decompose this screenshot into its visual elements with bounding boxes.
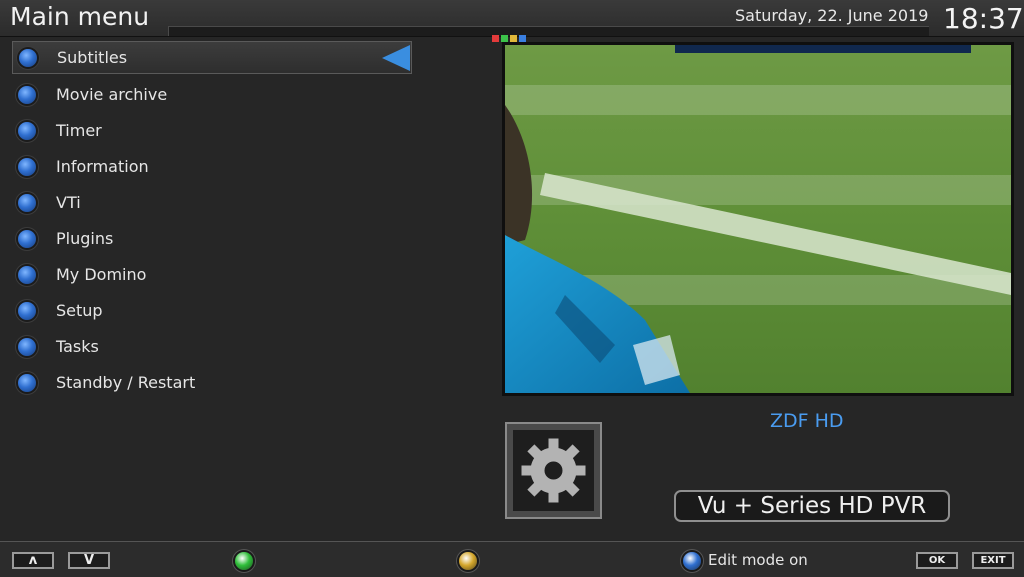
- bullet-icon: [18, 230, 36, 248]
- bullet-icon: [18, 266, 36, 284]
- menu-item-label: Movie archive: [56, 85, 168, 104]
- main-menu-list: Subtitles Movie archive Timer Informatio…: [12, 41, 412, 401]
- menu-item-subtitles[interactable]: Subtitles: [12, 41, 412, 74]
- menu-item-plugins[interactable]: Plugins: [12, 221, 412, 257]
- header-bar: Main menu Saturday, 22. June 2019 18:37: [0, 0, 1024, 42]
- menu-item-my-domino[interactable]: My Domino: [12, 257, 412, 293]
- red-dot-icon: [492, 35, 499, 42]
- tv-preview: [502, 42, 1014, 396]
- bullet-icon: [18, 122, 36, 140]
- gear-icon: [521, 438, 586, 503]
- menu-item-standby-restart[interactable]: Standby / Restart: [12, 365, 412, 401]
- arrow-left-icon: [382, 45, 410, 71]
- blue-button[interactable]: [683, 552, 701, 570]
- green-button[interactable]: [235, 552, 253, 570]
- footer-bar: ʌ V Edit mode on OK EXIT: [0, 541, 1024, 577]
- bullet-icon: [18, 158, 36, 176]
- menu-item-information[interactable]: Information: [12, 149, 412, 185]
- menu-item-label: Subtitles: [57, 48, 128, 67]
- bullet-icon: [18, 302, 36, 320]
- menu-item-label: Plugins: [56, 229, 114, 248]
- menu-item-tasks[interactable]: Tasks: [12, 329, 412, 365]
- bullet-icon: [19, 48, 37, 67]
- page-title: Main menu: [10, 2, 150, 31]
- menu-item-label: Information: [56, 157, 149, 176]
- menu-item-label: Standby / Restart: [56, 373, 196, 392]
- channel-name: ZDF HD: [770, 410, 844, 432]
- edit-mode-label: Edit mode on: [708, 551, 808, 569]
- blue-dot-icon: [519, 35, 526, 42]
- clock-display: 18:37: [943, 2, 1024, 35]
- menu-item-label: My Domino: [56, 265, 147, 284]
- settings-icon-box: [505, 422, 602, 519]
- settings-icon-frame: [513, 430, 594, 511]
- menu-item-timer[interactable]: Timer: [12, 113, 412, 149]
- ok-button[interactable]: OK: [916, 552, 958, 569]
- model-badge: Vu + Series HD PVR: [674, 490, 950, 522]
- green-dot-icon: [501, 35, 508, 42]
- bullet-icon: [18, 338, 36, 356]
- page-up-button[interactable]: ʌ: [12, 552, 54, 569]
- menu-item-label: VTi: [56, 193, 81, 212]
- bullet-icon: [18, 374, 36, 392]
- menu-item-movie-archive[interactable]: Movie archive: [12, 77, 412, 113]
- bullet-icon: [18, 86, 36, 104]
- bullet-icon: [18, 194, 36, 212]
- date-display: Saturday, 22. June 2019: [735, 6, 929, 25]
- yellow-button[interactable]: [459, 552, 477, 570]
- menu-item-label: Tasks: [56, 337, 99, 356]
- tv-preview-image: [505, 45, 1011, 393]
- header-divider: [168, 26, 929, 36]
- color-indicator-dots: [492, 27, 528, 42]
- yellow-dot-icon: [510, 35, 517, 42]
- menu-item-vti[interactable]: VTi: [12, 185, 412, 221]
- exit-button[interactable]: EXIT: [972, 552, 1014, 569]
- menu-item-label: Setup: [56, 301, 103, 320]
- page-down-button[interactable]: V: [68, 552, 110, 569]
- menu-item-setup[interactable]: Setup: [12, 293, 412, 329]
- menu-item-label: Timer: [56, 121, 102, 140]
